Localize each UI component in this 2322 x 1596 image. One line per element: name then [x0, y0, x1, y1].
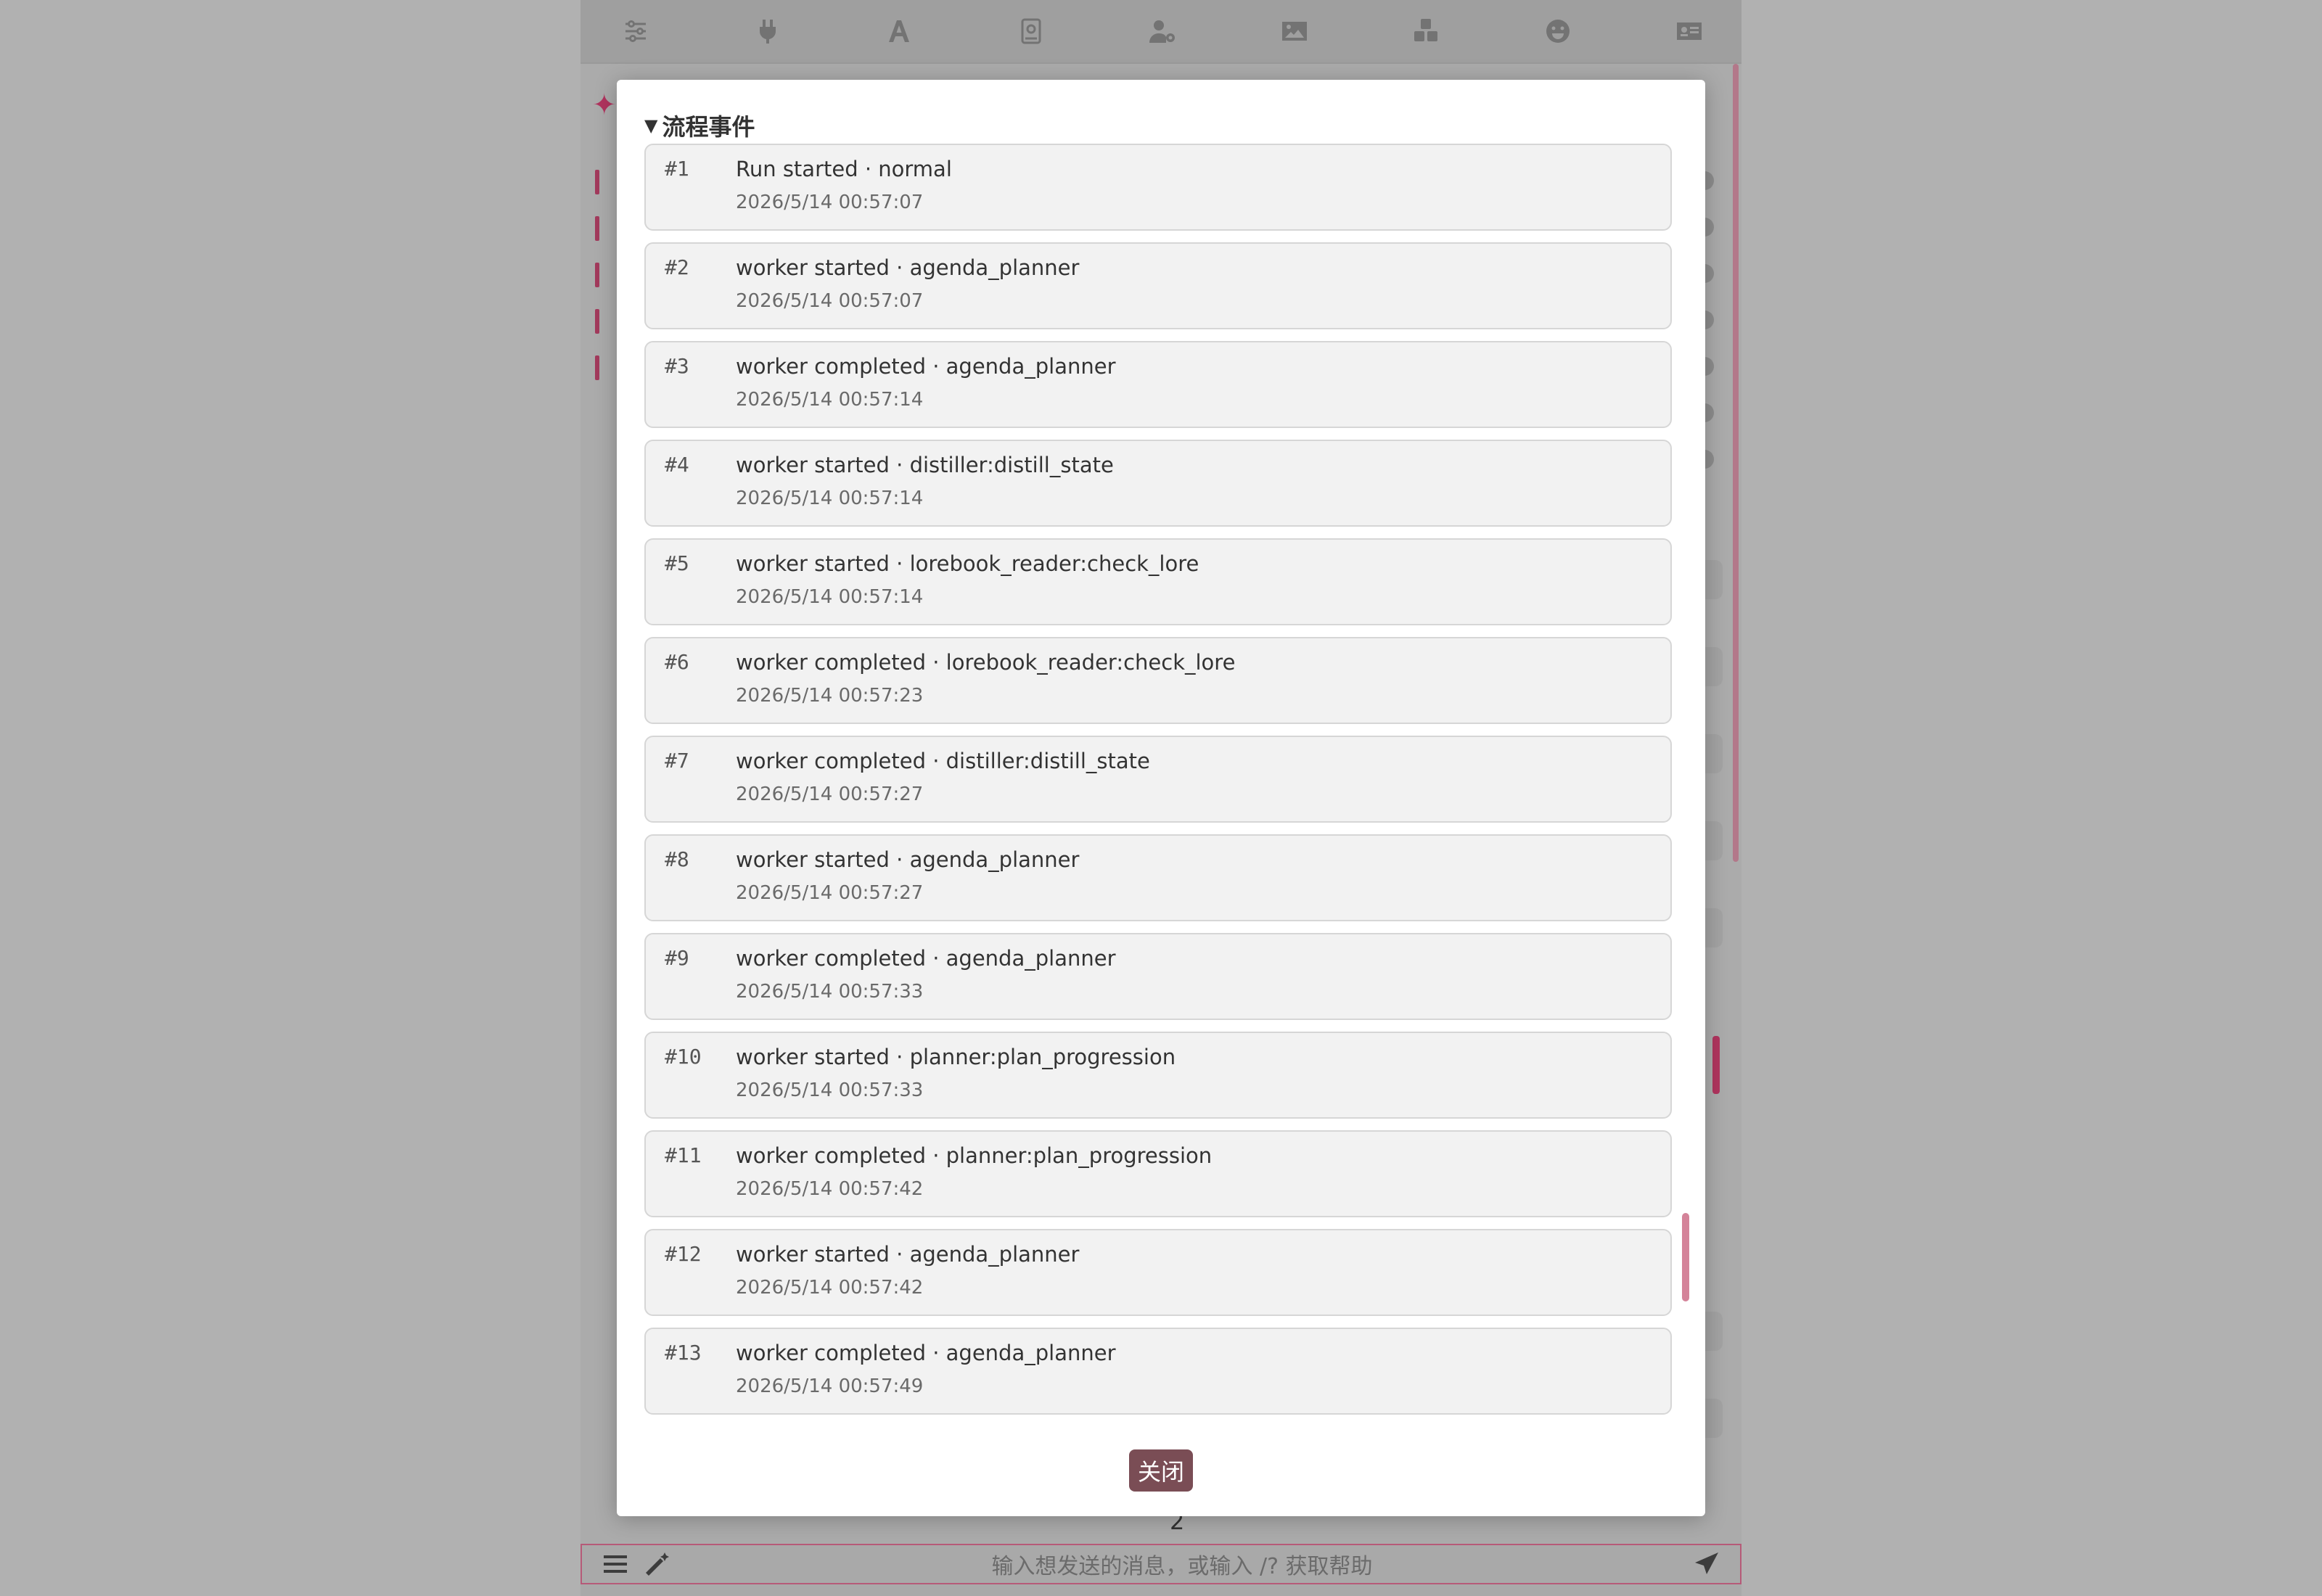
- list-marker: [595, 309, 599, 334]
- list-marker: [595, 216, 599, 241]
- event-card: #1 Run started · normal 2026/5/14 00:57:07: [644, 144, 1672, 231]
- list-marker: [595, 355, 599, 380]
- event-title: worker completed · distiller:distill_sta…: [736, 749, 1150, 773]
- event-index: #9: [665, 946, 689, 970]
- event-card: #5 worker started · lorebook_reader:check…: [644, 538, 1672, 625]
- list-marker: [595, 263, 599, 287]
- id-card-icon[interactable]: [1673, 15, 1705, 47]
- event-timestamp: 2026/5/14 00:57:14: [736, 586, 924, 608]
- event-title: worker completed · agenda_planner: [736, 354, 1116, 379]
- event-timestamp: 2026/5/14 00:57:42: [736, 1178, 924, 1200]
- event-title: worker started · agenda_planner: [736, 847, 1080, 872]
- event-card: #9 worker completed · agenda_planner 2026/…: [644, 933, 1672, 1020]
- event-card: #2 worker started · agenda_planner 2026/5/…: [644, 242, 1672, 329]
- modal-scrollbar[interactable]: [1682, 1213, 1689, 1301]
- event-title: worker started · agenda_planner: [736, 1242, 1080, 1267]
- event-card: #4 worker started · distiller:distill_sta…: [644, 440, 1672, 527]
- book-icon[interactable]: [1015, 15, 1047, 47]
- event-card: #7 worker completed · distiller:distill_s…: [644, 736, 1672, 823]
- cubes-icon[interactable]: [1410, 15, 1442, 47]
- event-index: #5: [665, 551, 689, 575]
- sparkle-icon: ✦: [592, 89, 617, 122]
- event-timestamp: 2026/5/14 00:57:14: [736, 389, 924, 411]
- event-index: #4: [665, 453, 689, 477]
- event-title: worker started · agenda_planner: [736, 255, 1080, 280]
- event-card: #12 worker started · agenda_planner 2026/5…: [644, 1229, 1672, 1316]
- event-card: #10 worker started · planner:plan_progres…: [644, 1032, 1672, 1119]
- font-icon[interactable]: [883, 15, 915, 47]
- event-index: #10: [665, 1045, 702, 1069]
- section-title: 流程事件: [662, 113, 755, 141]
- event-index: #7: [665, 749, 689, 773]
- magic-wand-icon[interactable]: [643, 1550, 672, 1579]
- event-index: #2: [665, 255, 689, 279]
- sliders-icon[interactable]: [620, 15, 652, 47]
- event-title: worker completed · lorebook_reader:check…: [736, 650, 1236, 675]
- event-timestamp: 2026/5/14 00:57:23: [736, 685, 924, 707]
- close-button[interactable]: 关闭: [1129, 1449, 1193, 1492]
- event-title: worker started · lorebook_reader:check_l…: [736, 551, 1199, 576]
- list-marker: [595, 170, 599, 194]
- event-timestamp: 2026/5/14 00:57:33: [736, 981, 924, 1003]
- menu-icon[interactable]: [601, 1550, 630, 1579]
- event-list: #1 Run started · normal 2026/5/14 00:57:07…: [644, 144, 1672, 1502]
- top-toolbar: [580, 0, 1742, 64]
- event-index: #3: [665, 354, 689, 378]
- events-modal: ▼ 流程事件 #1 Run started · normal 2026/5/14 0…: [617, 80, 1705, 1516]
- event-title: worker completed · planner:plan_progress…: [736, 1143, 1213, 1168]
- event-index: #1: [665, 157, 689, 181]
- event-title: worker completed · agenda_planner: [736, 946, 1116, 971]
- event-title: worker started · planner:plan_progressio…: [736, 1045, 1176, 1069]
- smile-icon[interactable]: [1542, 15, 1574, 47]
- message-input-bar: 输入想发送的消息，或输入 /? 获取帮助: [580, 1544, 1742, 1584]
- event-index: #11: [665, 1143, 702, 1167]
- event-card: #3 worker completed · agenda_planner 2026/…: [644, 341, 1672, 428]
- event-title: Run started · normal: [736, 157, 952, 181]
- message-input[interactable]: 输入想发送的消息，或输入 /? 获取帮助: [672, 1548, 1692, 1580]
- event-timestamp: 2026/5/14 00:57:14: [736, 488, 924, 509]
- event-card: #6 worker completed · lorebook_reader:che…: [644, 637, 1672, 724]
- event-index: #8: [665, 847, 689, 871]
- event-index: #6: [665, 650, 689, 674]
- event-timestamp: 2026/5/14 00:57:27: [736, 783, 924, 805]
- background-scrollbar[interactable]: [1733, 64, 1739, 862]
- active-marker: [1712, 1036, 1720, 1094]
- event-index: #13: [665, 1341, 702, 1365]
- send-icon[interactable]: [1692, 1550, 1721, 1579]
- event-timestamp: 2026/5/14 00:57:07: [736, 192, 924, 213]
- event-timestamp: 2026/5/14 00:57:42: [736, 1277, 924, 1299]
- event-card: #13 worker completed · agenda_planner 2026…: [644, 1328, 1672, 1415]
- user-cog-icon[interactable]: [1146, 15, 1178, 47]
- events-section-toggle[interactable]: ▼ 流程事件: [644, 109, 755, 142]
- event-timestamp: 2026/5/14 00:57:33: [736, 1079, 924, 1101]
- image-icon[interactable]: [1279, 15, 1310, 47]
- event-timestamp: 2026/5/14 00:57:07: [736, 290, 924, 312]
- event-index: #12: [665, 1242, 702, 1266]
- plug-icon[interactable]: [752, 15, 784, 47]
- event-title: worker completed · agenda_planner: [736, 1341, 1116, 1365]
- event-timestamp: 2026/5/14 00:57:49: [736, 1375, 924, 1397]
- event-card: #8 worker started · agenda_planner 2026/5/…: [644, 834, 1672, 921]
- event-timestamp: 2026/5/14 00:57:27: [736, 882, 924, 904]
- event-card: #11 worker completed · planner:plan_progr…: [644, 1130, 1672, 1217]
- triangle-down-icon: ▼: [644, 115, 658, 136]
- event-title: worker started · distiller:distill_state: [736, 453, 1114, 477]
